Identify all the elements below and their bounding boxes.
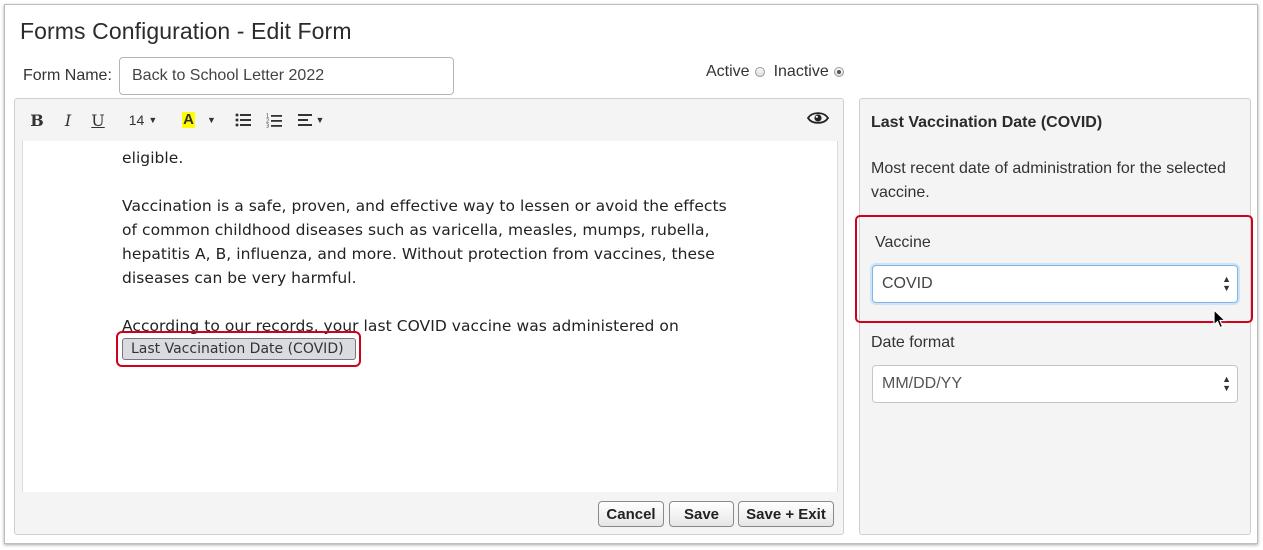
font-size-dropdown[interactable]: 14 ▼ bbox=[125, 108, 161, 132]
caret-down-icon: ▼ bbox=[148, 115, 158, 125]
page-title: Forms Configuration - Edit Form bbox=[20, 18, 352, 44]
numbered-list-icon: 1 2 3 bbox=[266, 113, 282, 128]
inactive-radio[interactable] bbox=[833, 67, 844, 77]
date-format-select[interactable]: MM/DD/YY ▲ ▼ bbox=[872, 365, 1238, 403]
paragraph: Vaccination is a safe, proven, and effec… bbox=[122, 197, 727, 287]
svg-text:3: 3 bbox=[266, 123, 269, 128]
font-color-icon: A bbox=[182, 111, 195, 128]
merge-field-token[interactable]: Last Vaccination Date (COVID) bbox=[122, 338, 356, 360]
select-arrows-icon: ▲ ▼ bbox=[1222, 374, 1231, 393]
save-exit-button[interactable]: Save + Exit bbox=[738, 501, 834, 527]
bulleted-list-icon bbox=[235, 113, 251, 127]
rich-text-editor: B I U 14 ▼ A ▼ 1 2 3 ▼ eligible. Vaccina… bbox=[14, 98, 844, 535]
italic-button[interactable]: I bbox=[60, 108, 76, 132]
panel-title: Last Vaccination Date (COVID) bbox=[871, 114, 1103, 131]
form-name-label: Form Name: bbox=[23, 67, 112, 84]
active-label: Active bbox=[706, 63, 750, 80]
cancel-button[interactable]: Cancel bbox=[598, 501, 664, 527]
numbered-list-button[interactable]: 1 2 3 bbox=[264, 108, 284, 132]
panel-description: Most recent date of administration for t… bbox=[871, 160, 1226, 201]
save-button[interactable]: Save bbox=[669, 501, 734, 527]
eye-icon bbox=[807, 112, 829, 124]
editor-toolbar: B I U 14 ▼ A ▼ 1 2 3 ▼ bbox=[15, 99, 843, 141]
editor-footer: Cancel Save Save + Exit bbox=[15, 492, 843, 534]
select-arrows-icon: ▲ ▼ bbox=[1222, 274, 1231, 293]
date-format-select-value: MM/DD/YY bbox=[882, 375, 962, 392]
form-name-input[interactable] bbox=[119, 57, 454, 95]
preview-button[interactable] bbox=[805, 106, 831, 130]
underline-button[interactable]: U bbox=[89, 108, 107, 132]
vaccine-select-value: COVID bbox=[882, 275, 933, 292]
align-left-icon bbox=[297, 114, 312, 126]
bulleted-list-button[interactable] bbox=[233, 108, 253, 132]
inactive-label: Inactive bbox=[773, 63, 829, 80]
field-properties-panel: Last Vaccination Date (COVID) Most recen… bbox=[855, 98, 1253, 535]
caret-down-icon: ▼ bbox=[315, 115, 325, 125]
mouse-cursor-icon bbox=[1213, 309, 1227, 329]
font-color-dropdown[interactable]: A ▼ bbox=[175, 108, 223, 132]
caret-down-icon: ▼ bbox=[206, 115, 216, 125]
editor-content[interactable]: eligible. Vaccination is a safe, proven,… bbox=[22, 141, 838, 492]
date-format-label: Date format bbox=[871, 334, 955, 351]
paragraph: eligible. bbox=[122, 149, 184, 167]
bold-button[interactable]: B bbox=[27, 108, 47, 132]
active-radio[interactable] bbox=[754, 67, 765, 77]
font-size-value: 14 bbox=[128, 112, 145, 128]
status-radio-group: Active Inactive bbox=[706, 63, 853, 81]
vaccine-select[interactable]: COVID ▲ ▼ bbox=[872, 265, 1238, 303]
vaccine-label: Vaccine bbox=[875, 234, 931, 251]
align-dropdown[interactable]: ▼ bbox=[295, 108, 327, 132]
